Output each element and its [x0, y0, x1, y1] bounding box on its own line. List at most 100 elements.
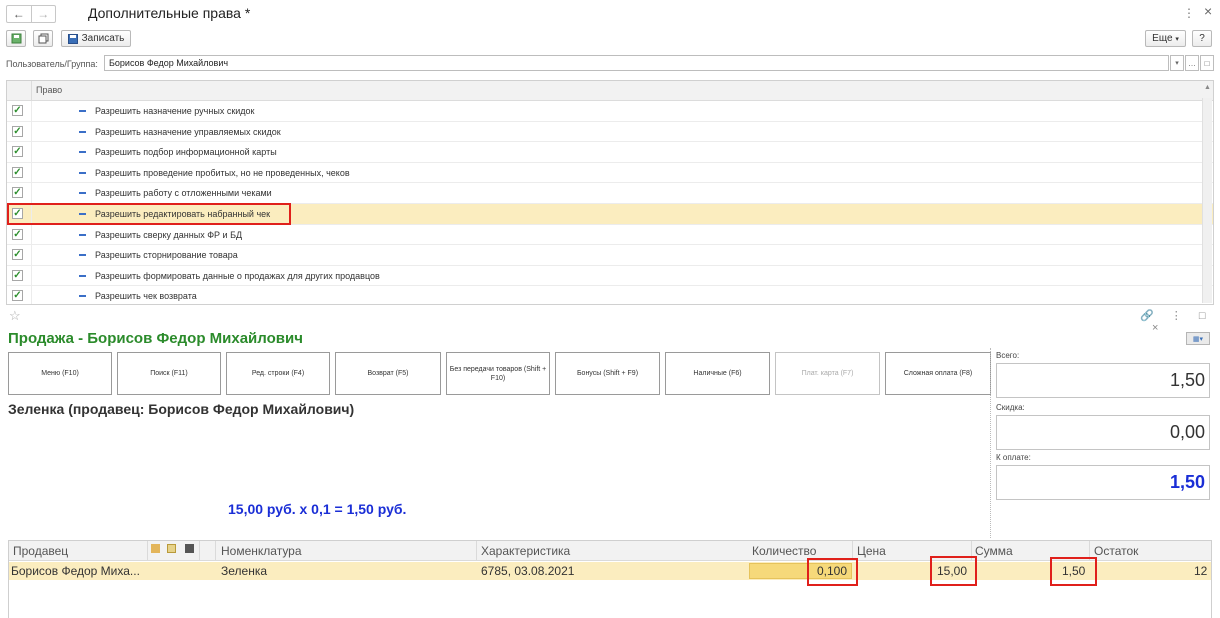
more-button[interactable]: Еще ▾	[1145, 30, 1186, 47]
right-label: Разрешить сверку данных ФР и БД	[95, 229, 243, 240]
more-label: Еще	[1152, 33, 1173, 44]
help-button[interactable]: ?	[1192, 30, 1212, 47]
items-table-header: Продавец Номенклатура Характеристика Кол…	[9, 541, 1211, 561]
right-label: Разрешить работу с отложенными чеками	[95, 188, 272, 199]
close-icon[interactable]: ×	[1204, 3, 1212, 19]
total-label: Всего:	[996, 351, 1020, 360]
minus-icon	[79, 192, 86, 195]
discount-label: Скидка:	[996, 403, 1025, 412]
card-payment-button[interactable]: Плат. карта (F7)	[775, 352, 880, 395]
link-icon[interactable]: 🔗	[1140, 310, 1154, 322]
complex-payment-button[interactable]: Сложная оплата (F8)	[885, 352, 991, 395]
right-label: Разрешить назначение ручных скидок	[95, 106, 255, 116]
cell-nomenclature: Зеленка	[221, 564, 268, 578]
items-table: Продавец Номенклатура Характеристика Кол…	[8, 540, 1212, 618]
rights-table-header: Право	[7, 81, 1213, 101]
minus-icon	[79, 110, 86, 112]
annotation-highlight-box	[807, 558, 858, 586]
right-label: Разрешить сторнирование товара	[95, 250, 238, 261]
rights-column-header: Право	[36, 85, 63, 95]
form-menu-icon[interactable]: ▦▾	[1186, 332, 1210, 345]
rights-row[interactable]: ✓ Разрешить подбор информационной карты	[7, 142, 1213, 163]
col-remainder[interactable]: Остаток	[1094, 544, 1138, 558]
kebab-menu-icon[interactable]: ⋮	[1183, 6, 1195, 20]
minus-icon	[79, 130, 86, 133]
right-label: Разрешить чек возврата	[95, 291, 197, 302]
history-nav: ← →	[6, 5, 56, 23]
rights-row[interactable]: ✓ Разрешить назначение ручных скидок	[7, 101, 1213, 122]
checkbox[interactable]: ✓	[12, 269, 23, 281]
checkbox[interactable]: ✓	[12, 166, 23, 178]
sale-title: Продажа - Борисов Федор Михайлович	[8, 330, 303, 347]
search-button[interactable]: Поиск (F11)	[117, 352, 221, 395]
arrow-left-icon[interactable]: ←	[7, 6, 31, 22]
star-icon[interactable]: ☆	[9, 308, 21, 324]
checkbox[interactable]: ✓	[12, 249, 23, 261]
checkbox[interactable]: ✓	[12, 105, 23, 116]
right-label: Разрешить подбор информационной карты	[95, 147, 277, 158]
calculation-line: 15,00 руб. x 0,1 = 1,50 руб.	[228, 501, 407, 517]
scroll-up-icon[interactable]: ▲	[1204, 84, 1211, 91]
minus-icon	[79, 151, 86, 154]
cash-button[interactable]: Наличные (F6)	[665, 352, 770, 395]
copy-window-icon[interactable]	[33, 30, 53, 47]
rights-row[interactable]: ✓ Разрешить сверку данных ФР и БД	[7, 224, 1213, 246]
edit-line-button[interactable]: Ред. строки (F4)	[226, 352, 330, 395]
table-row[interactable]: Борисов Федор Миха... Зеленка 6785, 03.0…	[9, 562, 1211, 580]
total-value: 1,50	[996, 363, 1210, 398]
right-label: Разрешить проведение пробитых, но не про…	[95, 167, 350, 178]
annotation-highlight-box	[1050, 557, 1097, 586]
rights-row[interactable]: ✓ Разрешить формировать данные о продажах…	[7, 265, 1213, 287]
folder-icon	[151, 544, 160, 553]
col-sum[interactable]: Сумма	[975, 544, 1013, 558]
seller-line: Зеленка (продавец: Борисов Федор Михайло…	[8, 401, 355, 417]
menu-button[interactable]: Меню (F10)	[8, 352, 112, 395]
window-title: Дополнительные права *	[88, 5, 251, 21]
annotation-highlight-box	[7, 203, 291, 225]
checkbox[interactable]: ✓	[12, 228, 23, 240]
col-seller[interactable]: Продавец	[13, 544, 68, 558]
rights-scrollbar[interactable]	[1202, 98, 1212, 303]
cell-seller: Борисов Федор Миха...	[11, 564, 140, 578]
checkbox[interactable]: ✓	[12, 125, 23, 137]
minus-icon	[79, 254, 86, 257]
rights-row[interactable]: ✓ Разрешить чек возврата	[7, 286, 1213, 304]
rights-row[interactable]: ✓ Разрешить проведение пробитых, но не пр…	[7, 162, 1213, 184]
close-icon[interactable]: ×	[1152, 322, 1158, 334]
annotation-highlight-box	[930, 556, 977, 586]
save-button[interactable]: Записать	[61, 30, 131, 47]
minus-icon	[79, 171, 86, 174]
checkbox[interactable]: ✓	[12, 187, 23, 199]
rights-row[interactable]: ✓ Разрешить работу с отложенными чеками	[7, 183, 1213, 204]
col-quantity[interactable]: Количество	[752, 544, 816, 558]
minus-icon	[79, 274, 86, 277]
rights-row[interactable]: ✓ Разрешить сторнирование товара	[7, 245, 1213, 266]
user-group-input[interactable]: Борисов Федор Михайлович	[104, 55, 1169, 71]
open-icon[interactable]: □	[1200, 55, 1214, 71]
rights-table: Право ✓ Разрешить назначение ручных скидо…	[6, 80, 1214, 305]
dropdown-arrow-icon: ▾	[1175, 35, 1179, 43]
minus-icon	[79, 295, 86, 298]
save-label: Записать	[81, 33, 125, 44]
cell-characteristic: 6785, 03.08.2021	[481, 564, 575, 578]
rights-row[interactable]: ✓ Разрешить назначение управляемых скидок	[7, 121, 1213, 143]
col-nomenclature[interactable]: Номенклатура	[221, 544, 302, 558]
checkbox[interactable]: ✓	[12, 290, 23, 302]
user-group-label: Пользователь/Группа:	[6, 59, 98, 69]
bonuses-button[interactable]: Бонусы (Shift + F9)	[555, 352, 660, 395]
arrow-right-icon[interactable]: →	[30, 6, 56, 22]
save-and-close-icon[interactable]	[6, 30, 26, 47]
to-pay-value: 1,50	[996, 465, 1210, 500]
return-button[interactable]: Возврат (F5)	[335, 352, 441, 395]
col-characteristic[interactable]: Характеристика	[481, 544, 570, 558]
kebab-menu-icon[interactable]: ⋮	[1171, 310, 1182, 322]
checkbox[interactable]: ✓	[12, 146, 23, 158]
dropdown-arrow-icon[interactable]: ▾	[1170, 55, 1184, 71]
no-transfer-button[interactable]: Без передачи товаров (Shift + F10)	[446, 352, 550, 395]
right-label: Разрешить назначение управляемых скидок	[95, 126, 281, 137]
discount-value: 0,00	[996, 415, 1210, 450]
maximize-icon[interactable]: □	[1199, 310, 1206, 322]
col-price[interactable]: Цена	[857, 544, 886, 558]
select-ellipsis-button[interactable]: …	[1185, 55, 1199, 71]
window-tools: 🔗 ⋮ □ ×	[1140, 309, 1220, 334]
